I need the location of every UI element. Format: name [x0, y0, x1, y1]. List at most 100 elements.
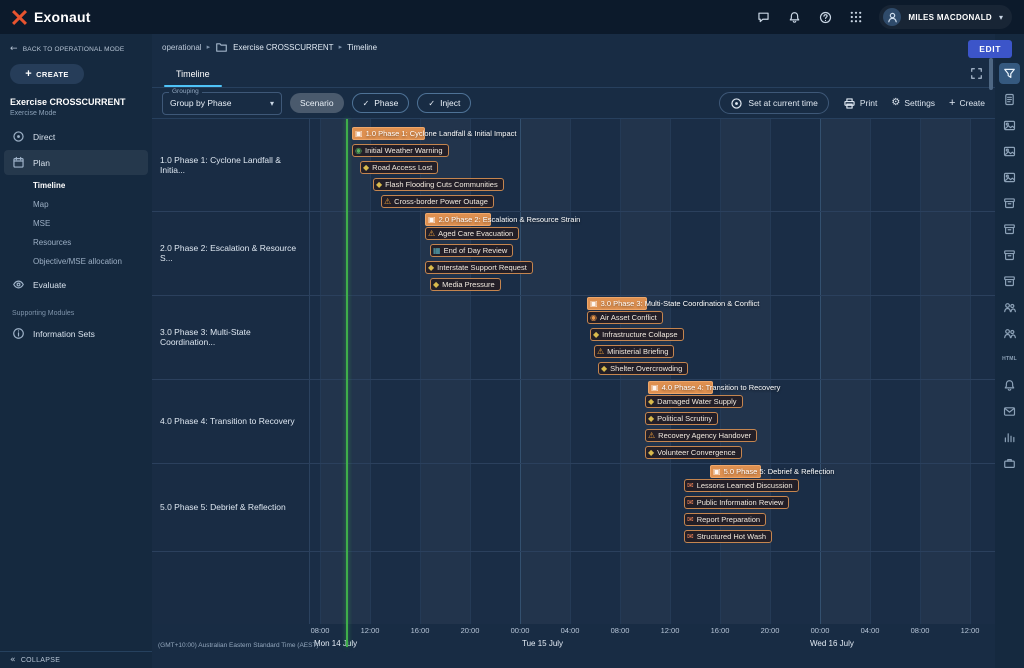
- chevron-down-icon: ▾: [270, 99, 274, 108]
- inject-bar[interactable]: ◆Road Access Lost: [360, 161, 438, 174]
- user-menu[interactable]: MILES MACDONALD ▾: [879, 5, 1012, 29]
- user-name: MILES MACDONALD: [908, 13, 992, 22]
- gantt-group-label[interactable]: 3.0 Phase 3: Multi-State Coordination...: [152, 295, 309, 379]
- rail-bell-icon[interactable]: [999, 375, 1020, 396]
- rail-document-icon[interactable]: [999, 89, 1020, 110]
- help-icon[interactable]: [817, 9, 833, 25]
- settings-button[interactable]: ⚙ Settings: [891, 98, 935, 108]
- rail-image-icon[interactable]: [999, 167, 1020, 188]
- chat-icon[interactable]: [755, 9, 771, 25]
- apps-icon[interactable]: [848, 9, 864, 25]
- brand[interactable]: Exonaut: [12, 9, 91, 25]
- sidebar-create-button[interactable]: + CREATE: [10, 64, 84, 84]
- inject-bar[interactable]: ⚠Ministerial Briefing: [594, 345, 674, 358]
- breadcrumb-separator-icon: ▸: [339, 43, 343, 51]
- inject-label: Shelter Overcrowding: [610, 364, 682, 373]
- inject-bar[interactable]: ✉Public Information Review: [684, 496, 789, 509]
- inject-bar[interactable]: ◆Political Scrutiny: [645, 412, 718, 425]
- sidebar-item-mse[interactable]: MSE: [0, 214, 152, 233]
- gantt-group-label[interactable]: 2.0 Phase 2: Escalation & Resource S...: [152, 211, 309, 295]
- sidebar-item-plan[interactable]: Plan: [4, 150, 148, 175]
- rail-group-icon[interactable]: [999, 297, 1020, 318]
- sidebar-collapse-button[interactable]: « COLLAPSE: [0, 651, 152, 668]
- chip-inject[interactable]: ✓ Inject: [417, 93, 471, 113]
- inject-bar[interactable]: ⚠Recovery Agency Handover: [645, 429, 757, 442]
- inject-bar[interactable]: ◆Interstate Support Request: [425, 261, 533, 274]
- inject-bar[interactable]: ◆Flash Flooding Cuts Communities: [373, 178, 504, 191]
- inject-bar[interactable]: ⚠Cross-border Power Outage: [381, 195, 494, 208]
- axis-tick-label: 04:00: [561, 626, 580, 635]
- rail-archive-icon[interactable]: [999, 271, 1020, 292]
- yellow-inject-icon: ◆: [601, 365, 607, 373]
- edit-button[interactable]: EDIT: [968, 40, 1012, 58]
- sidebar-item-evaluate[interactable]: Evaluate: [4, 272, 148, 297]
- app-window: Exonaut MILES MACDONALD ▾ ← BACK TO OPER…: [0, 0, 1024, 668]
- inject-bar[interactable]: ◆Media Pressure: [430, 278, 501, 291]
- breadcrumb-exercise[interactable]: Exercise CROSSCURRENT: [233, 43, 333, 52]
- phase-bar[interactable]: ▣4.0 Phase 4: Transition to Recovery: [648, 381, 780, 394]
- rail-html-icon[interactable]: HTML: [999, 349, 1020, 370]
- inject-bar[interactable]: ▦End of Day Review: [430, 244, 513, 257]
- grouping-select[interactable]: Grouping Group by Phase ▾: [162, 92, 282, 115]
- notifications-icon[interactable]: [786, 9, 802, 25]
- phase-icon: ▣: [355, 130, 363, 138]
- inject-bar[interactable]: ◆Damaged Water Supply: [645, 395, 743, 408]
- phase-bar[interactable]: ▣2.0 Phase 2: Escalation & Resource Stra…: [425, 213, 580, 226]
- chip-phase-label: Phase: [374, 98, 398, 108]
- inject-label: Initial Weather Warning: [365, 146, 443, 155]
- inject-bar[interactable]: ◉Air Asset Conflict: [587, 311, 663, 324]
- sidebar-item-timeline[interactable]: Timeline: [0, 176, 152, 195]
- rail-chart-icon[interactable]: [999, 427, 1020, 448]
- gantt-group-label[interactable]: 5.0 Phase 5: Debrief & Reflection: [152, 463, 309, 551]
- sidebar-item-resources[interactable]: Resources: [0, 233, 152, 252]
- inject-bar[interactable]: ✉Structured Hot Wash: [684, 530, 772, 543]
- gear-icon: ⚙: [891, 98, 900, 108]
- eye-icon: [12, 278, 25, 291]
- rail-image-icon[interactable]: [999, 115, 1020, 136]
- topbar-right: MILES MACDONALD ▾: [755, 5, 1012, 29]
- inject-bar[interactable]: ◆Infrastructure Collapse: [590, 328, 684, 341]
- rail-image-icon[interactable]: [999, 141, 1020, 162]
- tab-timeline[interactable]: Timeline: [156, 60, 230, 87]
- rail-archive-icon[interactable]: [999, 193, 1020, 214]
- inject-bar[interactable]: ⚠Aged Care Evacuation: [425, 227, 519, 240]
- set-at-current-time-button[interactable]: Set at current time: [719, 92, 828, 114]
- person-icon: [886, 11, 899, 24]
- back-to-operational-mode[interactable]: ← BACK TO OPERATIONAL MODE: [0, 34, 152, 54]
- breadcrumb-timeline[interactable]: Timeline: [347, 43, 377, 52]
- create-button[interactable]: + Create: [949, 98, 985, 109]
- sidebar-item-information-sets[interactable]: Information Sets: [4, 321, 148, 346]
- inject-bar[interactable]: ◆Shelter Overcrowding: [598, 362, 688, 375]
- rail-group-icon[interactable]: [999, 323, 1020, 344]
- exercise-mode: Exercise Mode: [0, 107, 152, 123]
- sidebar-item-objective-mse-allocation[interactable]: Objective/MSE allocation: [0, 252, 152, 271]
- inject-label: Flash Flooding Cuts Communities: [385, 180, 498, 189]
- fullscreen-icon[interactable]: [970, 67, 983, 85]
- rail-filter-icon[interactable]: [999, 63, 1020, 84]
- rail-mail-icon[interactable]: [999, 401, 1020, 422]
- gantt-row-divider: [152, 551, 995, 552]
- phase-bar[interactable]: ▣5.0 Phase 5: Debrief & Reflection: [710, 465, 834, 478]
- inject-bar[interactable]: ✉Report Preparation: [684, 513, 766, 526]
- inject-bar[interactable]: ◉Initial Weather Warning: [352, 144, 449, 157]
- current-time-line[interactable]: [346, 119, 348, 647]
- chip-scenario[interactable]: Scenario: [290, 93, 344, 113]
- phase-bar[interactable]: ▣1.0 Phase 1: Cyclone Landfall & Initial…: [352, 127, 516, 140]
- sidebar-item-direct[interactable]: Direct: [4, 124, 148, 149]
- inject-bar[interactable]: ◆Volunteer Convergence: [645, 446, 742, 459]
- rail-archive-icon[interactable]: [999, 245, 1020, 266]
- phase-bar[interactable]: ▣3.0 Phase 3: Multi-State Coordination &…: [587, 297, 759, 310]
- chip-phase[interactable]: ✓ Phase: [352, 93, 410, 113]
- inject-bar[interactable]: ✉Lessons Learned Discussion: [684, 479, 799, 492]
- target-icon: [12, 130, 25, 143]
- scrollbar-thumb[interactable]: [989, 58, 993, 90]
- print-button[interactable]: Print: [843, 97, 877, 110]
- breadcrumb-operational[interactable]: operational: [162, 43, 202, 52]
- inject-label: Media Pressure: [442, 280, 495, 289]
- rail-briefcase-icon[interactable]: [999, 453, 1020, 474]
- sidebar-item-map[interactable]: Map: [0, 195, 152, 214]
- rail-archive-icon[interactable]: [999, 219, 1020, 240]
- warning-inject-icon: ⚠: [648, 432, 655, 440]
- gantt-group-label[interactable]: 4.0 Phase 4: Transition to Recovery: [152, 379, 309, 463]
- gantt-group-label[interactable]: 1.0 Phase 1: Cyclone Landfall & Initia..…: [152, 119, 309, 211]
